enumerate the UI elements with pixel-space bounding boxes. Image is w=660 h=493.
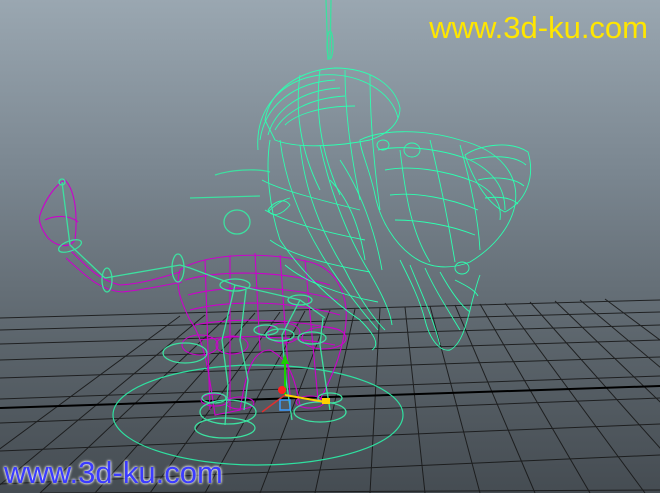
lion-body-mesh[interactable] <box>38 179 347 416</box>
watermark-top: www.3d-ku.com <box>429 10 648 45</box>
scene-canvas[interactable] <box>0 0 660 493</box>
watermark-bottom: www.3d-ku.com <box>4 455 223 490</box>
grid-axis-line <box>0 385 660 409</box>
root-control-circle[interactable] <box>112 364 404 466</box>
lion-head-mesh[interactable] <box>257 67 532 351</box>
maya-3d-viewport[interactable]: www.3d-ku.com www.3d-ku.com <box>0 0 660 493</box>
